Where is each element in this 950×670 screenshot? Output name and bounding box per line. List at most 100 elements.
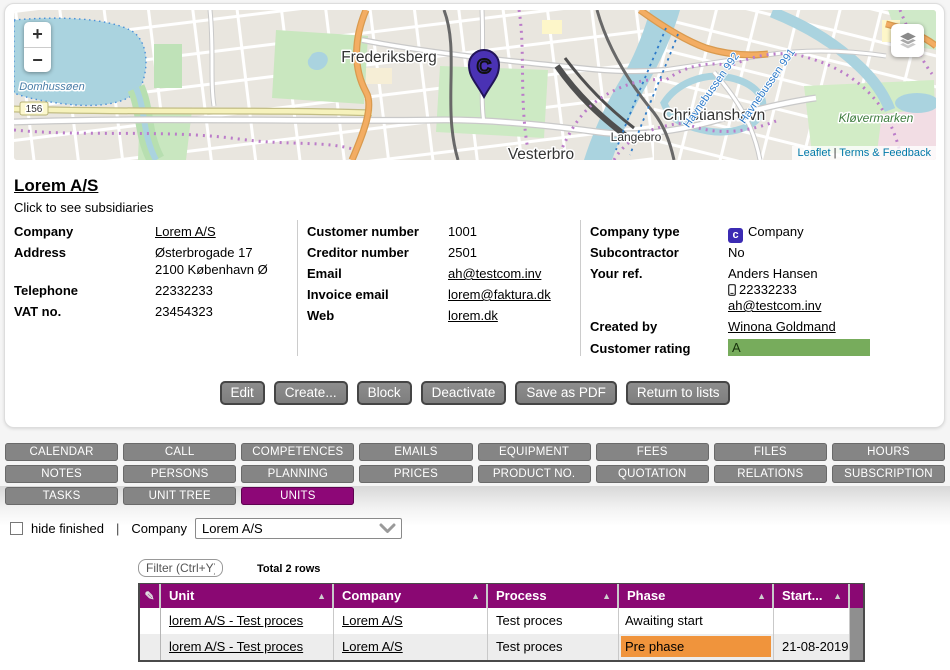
email-label: Email xyxy=(307,266,342,281)
sort-asc-icon[interactable]: ▲ xyxy=(833,584,842,608)
chevron-down-icon xyxy=(379,523,396,534)
unit-link[interactable]: lorem A/S - Test proces xyxy=(169,613,303,628)
subcontractor-label: Subcontractor xyxy=(590,245,679,260)
process-cell: Test proces xyxy=(488,608,619,634)
phase-cell: Awaiting start xyxy=(621,610,771,631)
tab-quotation[interactable]: QUOTATION xyxy=(596,465,709,483)
column-header-unit[interactable]: Unit▲ xyxy=(161,584,334,608)
zoom-in-button[interactable]: + xyxy=(24,22,51,47)
scrollbar-header-cell xyxy=(850,584,863,608)
terms-feedback-link[interactable]: Terms & Feedback xyxy=(839,147,931,159)
mobile-phone-icon xyxy=(728,284,736,299)
page-title[interactable]: Lorem A/S xyxy=(14,176,98,196)
tab-call[interactable]: CALL xyxy=(123,443,236,461)
tab-subscription[interactable]: SUBSCRIPTION xyxy=(832,465,945,483)
your-ref-email-link[interactable]: ah@testcom.inv xyxy=(728,298,821,313)
table-filter-input[interactable] xyxy=(138,559,223,577)
company-cell-link[interactable]: Lorem A/S xyxy=(342,639,403,654)
scrollbar-thumb[interactable] xyxy=(850,634,863,660)
creditor-number-label: Creditor number xyxy=(307,245,409,260)
vat-label: VAT no. xyxy=(14,304,61,319)
layers-icon xyxy=(897,31,919,51)
edit-cell[interactable] xyxy=(140,634,161,660)
filter-separator: | xyxy=(112,521,123,536)
vat-value: 23454323 xyxy=(155,304,213,319)
hide-finished-label: hide finished xyxy=(31,521,104,536)
edit-button[interactable]: Edit xyxy=(220,381,265,405)
map-label-frederiksberg: Frederiksberg xyxy=(341,49,437,66)
tab-planning[interactable]: PLANNING xyxy=(241,465,354,483)
column-header-start[interactable]: Start...▲ xyxy=(774,584,850,608)
table-scrollbar[interactable] xyxy=(850,608,863,634)
tab-notes[interactable]: NOTES xyxy=(5,465,118,483)
customer-number-label: Customer number xyxy=(307,224,419,239)
phase-cell: Pre phase xyxy=(621,636,771,657)
company-cell-link[interactable]: Lorem A/S xyxy=(342,613,403,628)
unit-link[interactable]: lorem A/S - Test proces xyxy=(169,639,303,654)
deactivate-button[interactable]: Deactivate xyxy=(421,381,507,405)
scrollbar-thumb[interactable] xyxy=(850,608,863,634)
table-row: lorem A/S - Test proces Lorem A/S Test p… xyxy=(140,634,863,660)
email-link[interactable]: ah@testcom.inv xyxy=(448,266,541,281)
create-button[interactable]: Create... xyxy=(274,381,348,405)
sort-asc-icon[interactable]: ▲ xyxy=(317,584,326,608)
map-attribution: Leaflet | Terms & Feedback xyxy=(792,146,936,160)
sort-asc-icon[interactable]: ▲ xyxy=(757,584,766,608)
process-cell: Test proces xyxy=(488,634,619,660)
tab-unit-tree[interactable]: UNIT TREE xyxy=(123,487,236,505)
company-label: Company xyxy=(14,224,73,239)
your-ref-label: Your ref. xyxy=(590,266,643,281)
map-route-badge: 156 xyxy=(26,104,43,115)
block-button[interactable]: Block xyxy=(357,381,412,405)
company-type-value: Company xyxy=(748,224,804,239)
tab-equipment[interactable]: EQUIPMENT xyxy=(478,443,591,461)
sort-asc-icon[interactable]: ▲ xyxy=(602,584,611,608)
web-link[interactable]: lorem.dk xyxy=(448,308,498,323)
map-zoom-control: + − xyxy=(24,22,51,72)
return-to-lists-button[interactable]: Return to lists xyxy=(626,381,731,405)
attribution-separator: | xyxy=(831,147,840,159)
hide-finished-checkbox[interactable] xyxy=(10,522,23,535)
column-header-company[interactable]: Company▲ xyxy=(334,584,488,608)
company-link[interactable]: Lorem A/S xyxy=(155,224,216,239)
table-scrollbar[interactable] xyxy=(850,634,863,660)
tab-prices[interactable]: PRICES xyxy=(359,465,472,483)
tab-units[interactable]: UNITS xyxy=(241,487,354,505)
tab-tasks[interactable]: TASKS xyxy=(5,487,118,505)
address-line2: 2100 København Ø xyxy=(155,262,268,277)
invoice-email-link[interactable]: lorem@faktura.dk xyxy=(448,287,551,302)
tab-competences[interactable]: COMPETENCES xyxy=(241,443,354,461)
filter-bar: hide finished | Company Lorem A/S xyxy=(10,516,402,540)
invoice-email-label: Invoice email xyxy=(307,287,389,302)
subcontractor-value: No xyxy=(728,245,745,260)
map-canvas[interactable]: 156 Frederiksberg Christianshavn Vesterb… xyxy=(14,10,936,160)
tab-hours[interactable]: HOURS xyxy=(832,443,945,461)
company-select[interactable]: Lorem A/S xyxy=(195,518,402,539)
tab-product-no[interactable]: PRODUCT NO. xyxy=(478,465,591,483)
address-line1: Østerbrogade 17 xyxy=(155,245,253,260)
telephone-value: 22332233 xyxy=(155,283,213,298)
tabs-row-3: TASKS UNIT TREE UNITS xyxy=(5,487,945,505)
tab-calendar[interactable]: CALENDAR xyxy=(5,443,118,461)
save-as-pdf-button[interactable]: Save as PDF xyxy=(515,381,617,405)
leaflet-link[interactable]: Leaflet xyxy=(797,147,830,159)
created-by-link[interactable]: Winona Goldmand xyxy=(728,319,836,334)
tab-emails[interactable]: EMAILS xyxy=(359,443,472,461)
tab-relations[interactable]: RELATIONS xyxy=(714,465,827,483)
web-label: Web xyxy=(307,308,334,323)
tab-files[interactable]: FILES xyxy=(714,443,827,461)
telephone-label: Telephone xyxy=(14,283,78,298)
edit-cell[interactable] xyxy=(140,608,161,634)
zoom-out-button[interactable]: − xyxy=(24,47,51,72)
tab-fees[interactable]: FEES xyxy=(596,443,709,461)
layers-button[interactable] xyxy=(891,24,924,57)
tabs-row-1: CALENDAR CALL COMPETENCES EMAILS EQUIPME… xyxy=(5,443,945,461)
tab-persons[interactable]: PERSONS xyxy=(123,465,236,483)
your-ref-phone: 22332233 xyxy=(739,282,797,297)
action-button-bar: Edit Create... Block Deactivate Save as … xyxy=(0,381,950,405)
start-cell: 21-08-2019 xyxy=(774,634,850,660)
sort-asc-icon[interactable]: ▲ xyxy=(471,584,480,608)
column-header-phase[interactable]: Phase▲ xyxy=(619,584,774,608)
table-row: lorem A/S - Test proces Lorem A/S Test p… xyxy=(140,608,863,634)
column-header-process[interactable]: Process▲ xyxy=(488,584,619,608)
